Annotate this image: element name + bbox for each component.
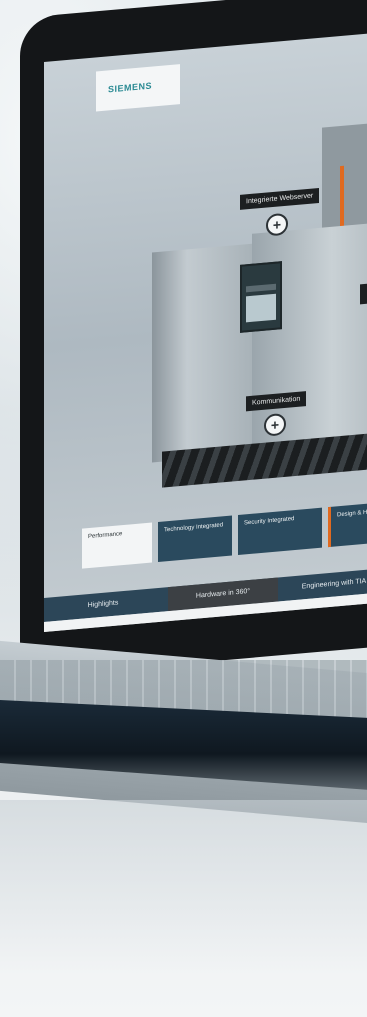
hotspot-label-top: Integrierte Webserver [240,187,320,210]
laptop-screen: SIEMENS Integrierte Webserver + Kommunik… [44,32,367,633]
tile-design[interactable]: Design & Handling [328,500,367,548]
plc-module-main [152,243,252,463]
tile-security[interactable]: Security Integrated [238,507,322,556]
logo-box: SIEMENS [96,64,180,112]
plc-display [240,261,282,333]
tile-performance[interactable]: Performance [82,522,152,569]
table-reflection [0,800,367,1017]
plc-keys [246,283,276,293]
feature-tiles: Performance Technology Integrated Securi… [82,500,367,571]
plc-lcd [246,293,276,323]
siemens-logo: SIEMENS [108,80,153,95]
tile-technology[interactable]: Technology Integrated [158,515,232,563]
hotspot-label-right [360,281,367,305]
